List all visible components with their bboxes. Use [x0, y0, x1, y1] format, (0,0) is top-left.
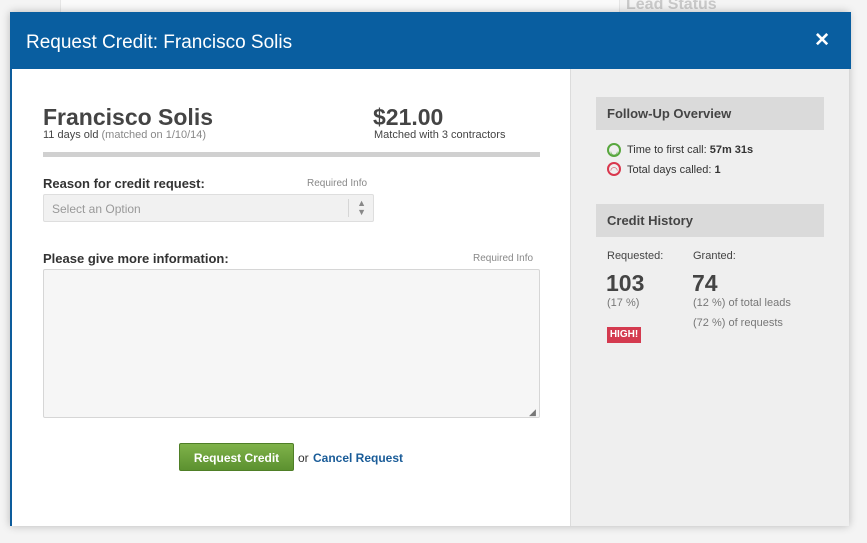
granted-percent-requests: (72 %) of requests	[693, 317, 783, 329]
close-icon[interactable]: ✕	[814, 31, 830, 50]
reason-label: Reason for credit request:	[43, 176, 205, 191]
or-text: or	[298, 451, 309, 465]
matched-contractors: Matched with 3 contractors	[374, 129, 506, 141]
modal-title: Request Credit: Francisco Solis	[26, 32, 293, 53]
granted-percent-total: (12 %) of total leads	[693, 297, 791, 309]
lead-age-days: 11 days old	[43, 129, 99, 141]
request-credit-button[interactable]: Request Credit	[179, 443, 294, 471]
lead-age: 11 days old (matched on 1/10/14)	[43, 129, 206, 141]
lead-stats-sidebar: Follow-Up Overview ◡ Time to first call:…	[570, 69, 849, 526]
follow-up-heading: Follow-Up Overview	[596, 97, 824, 130]
days-called-stat: Total days called: 1	[627, 164, 721, 176]
requested-label: Requested:	[607, 250, 664, 262]
credit-history-heading: Credit History	[596, 204, 824, 237]
requested-value: 103	[606, 270, 645, 296]
days-called-label: Total days called:	[627, 164, 712, 176]
info-label: Please give more information:	[43, 251, 229, 266]
reason-required-note: Required Info	[307, 178, 368, 189]
lead-name: Francisco Solis	[43, 104, 214, 130]
high-badge: HIGH!	[607, 327, 641, 343]
lead-matched-date: (matched on 1/10/14)	[101, 129, 207, 141]
cancel-request-link[interactable]: Cancel Request	[313, 451, 403, 465]
info-textarea[interactable]	[43, 269, 540, 418]
first-call-stat: Time to first call: 57m 31s	[627, 144, 753, 156]
select-divider	[348, 199, 349, 217]
request-credit-modal: Request Credit: Francisco Solis ✕ Franci…	[10, 12, 851, 526]
credit-request-form: Francisco Solis 11 days old (matched on …	[12, 69, 570, 526]
divider	[43, 152, 540, 157]
lead-price: $21.00	[373, 104, 444, 130]
reason-select[interactable]: Select an Option ▲ ▼	[43, 194, 374, 222]
first-call-label: Time to first call:	[627, 144, 707, 156]
modal-header: Request Credit: Francisco Solis ✕	[10, 12, 851, 69]
first-call-value: 57m 31s	[709, 144, 754, 156]
smile-icon: ◡	[607, 143, 621, 157]
days-called-value: 1	[714, 164, 721, 176]
resize-grip-icon[interactable]: ◢	[529, 407, 536, 418]
reason-select-value: Select an Option	[52, 202, 141, 216]
granted-label: Granted:	[693, 250, 736, 262]
requested-percent: (17 %)	[607, 297, 640, 309]
chevron-updown-icon: ▲ ▼	[357, 198, 366, 217]
info-required-note: Required Info	[473, 253, 534, 264]
granted-value: 74	[692, 270, 718, 296]
frown-icon: ◠	[607, 162, 621, 176]
